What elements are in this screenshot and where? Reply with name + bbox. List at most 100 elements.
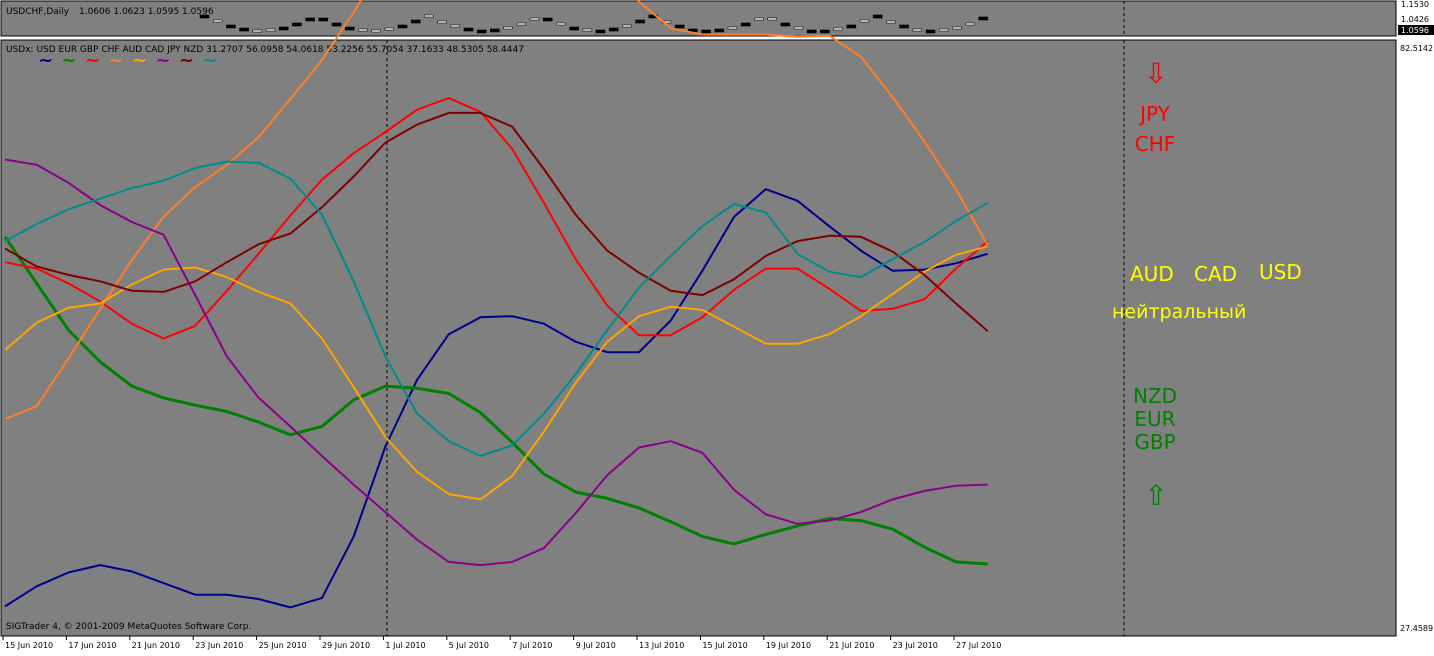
x-tick-label: 5 Jul 2010 [449, 641, 489, 650]
x-tick-label: 29 Jun 2010 [322, 641, 370, 650]
indicator-footer: SIGTrader 4, © 2001-2009 MetaQuotes Soft… [6, 622, 251, 632]
price-candle [608, 27, 619, 32]
price-symbol-label: USDCHF,Daily [6, 7, 70, 17]
price-candle [701, 29, 711, 34]
x-tick-label: 19 Jul 2010 [766, 641, 811, 650]
strong-label-gbp: GBP [1134, 430, 1175, 454]
price-candle [622, 24, 632, 28]
x-tick-label: 23 Jul 2010 [893, 641, 938, 650]
price-candle [899, 24, 909, 29]
x-tick-label: 17 Jun 2010 [68, 641, 116, 650]
price-candle [952, 26, 962, 30]
price-candle [305, 17, 315, 22]
price-candle [859, 19, 870, 23]
x-tick-label: 25 Jun 2010 [259, 641, 307, 650]
price-candle [278, 26, 289, 31]
neutral-label-cad: CAD [1194, 262, 1237, 286]
legend-glyph-eur: ~ [62, 50, 77, 71]
price-candle [569, 26, 579, 31]
price-candle [925, 29, 936, 34]
up-arrow-icon: ⇧ [1144, 479, 1167, 512]
price-candle [397, 24, 408, 29]
price-candle [437, 20, 447, 24]
price-candle [780, 22, 791, 27]
price-candle [978, 16, 989, 21]
x-tick-label: 7 Jul 2010 [512, 641, 552, 650]
price-ohlc-label: 1.0606 1.0623 1.0595 1.0596 [79, 7, 214, 17]
legend-glyph-gbp: ~ [85, 50, 100, 71]
price-candle [292, 22, 302, 27]
chart-svg: USDCHF,Daily 1.0606 1.0623 1.0595 1.0596… [0, 0, 1434, 652]
price-candle [727, 26, 738, 30]
x-tick-label: 1 Jul 2010 [385, 641, 425, 650]
price-candle [595, 29, 606, 34]
price-candle [371, 29, 381, 33]
price-candle [410, 19, 421, 24]
price-axis-top: 1.1530 [1401, 0, 1429, 9]
price-candle [635, 19, 645, 24]
price-candle [556, 22, 566, 26]
price-candle [318, 17, 329, 22]
price-candle [846, 24, 857, 29]
current-price-label: 1.0596 [1401, 26, 1429, 35]
price-candle [542, 17, 553, 22]
price-candle [384, 27, 395, 31]
price-candle [344, 26, 355, 31]
price-candle [674, 24, 685, 29]
price-candle [450, 24, 461, 28]
price-candle [793, 26, 804, 30]
price-candle [516, 22, 527, 26]
price-candle [358, 28, 368, 32]
price-candle [490, 28, 500, 33]
price-candle [239, 27, 249, 32]
x-tick-label: 21 Jul 2010 [829, 641, 874, 650]
price-candle [912, 28, 923, 32]
price-candle [226, 24, 236, 29]
price-candle [754, 17, 764, 21]
price-candle [938, 28, 949, 32]
neutral-label-usd: USD [1259, 260, 1302, 284]
price-candle [806, 29, 817, 34]
price-candle [503, 26, 513, 30]
x-tick-label: 15 Jun 2010 [5, 641, 53, 650]
legend-glyph-nzd: ~ [203, 50, 218, 71]
x-tick-label: 21 Jun 2010 [132, 641, 180, 650]
x-tick-label: 27 Jul 2010 [956, 641, 1001, 650]
price-candle [463, 27, 474, 32]
neutral-word: нейтральный [1112, 301, 1246, 323]
price-candle [740, 22, 751, 27]
price-candle [872, 14, 883, 19]
price-axis-mid: 1.0426 [1401, 15, 1429, 24]
legend-glyph-jpy: ~ [179, 50, 194, 71]
price-candle [714, 28, 725, 33]
indicator-axis-bottom: 27.4589 [1400, 624, 1433, 633]
legend-glyph-chf: ~ [109, 50, 124, 71]
price-candle [820, 29, 830, 34]
neutral-label-aud: AUD [1130, 262, 1174, 286]
strong-label-eur: EUR [1134, 407, 1175, 431]
price-candle [476, 29, 487, 34]
price-candle [265, 28, 276, 32]
indicator-axis-top: 82.5142 [1400, 44, 1433, 53]
price-candle [199, 14, 210, 19]
weak-label-jpy: JPY [1138, 102, 1171, 126]
price-candle [965, 22, 975, 26]
indicator-header: USDx: USD EUR GBP CHF AUD CAD JPY NZD 31… [6, 45, 524, 55]
x-tick-label: 13 Jul 2010 [639, 641, 684, 650]
price-candle [833, 27, 843, 31]
price-candle [529, 17, 540, 21]
price-candle [424, 14, 434, 18]
price-candle [767, 17, 777, 21]
x-tick-label: 15 Jul 2010 [702, 641, 747, 650]
legend-glyph-usd: ~ [38, 50, 53, 71]
legend-glyph-cad: ~ [156, 50, 171, 71]
strong-label-nzd: NZD [1133, 384, 1177, 408]
legend-glyph-aud: ~ [132, 50, 147, 71]
price-candle [331, 22, 342, 27]
indicator-panel[interactable] [0, 39, 1397, 637]
price-candle [252, 29, 263, 33]
chart-window: USDCHF,Daily 1.0606 1.0623 1.0595 1.0596… [0, 0, 1434, 652]
x-tick-label: 9 Jul 2010 [576, 641, 616, 650]
down-arrow-icon: ⇩ [1144, 57, 1167, 90]
price-candle [582, 28, 593, 32]
